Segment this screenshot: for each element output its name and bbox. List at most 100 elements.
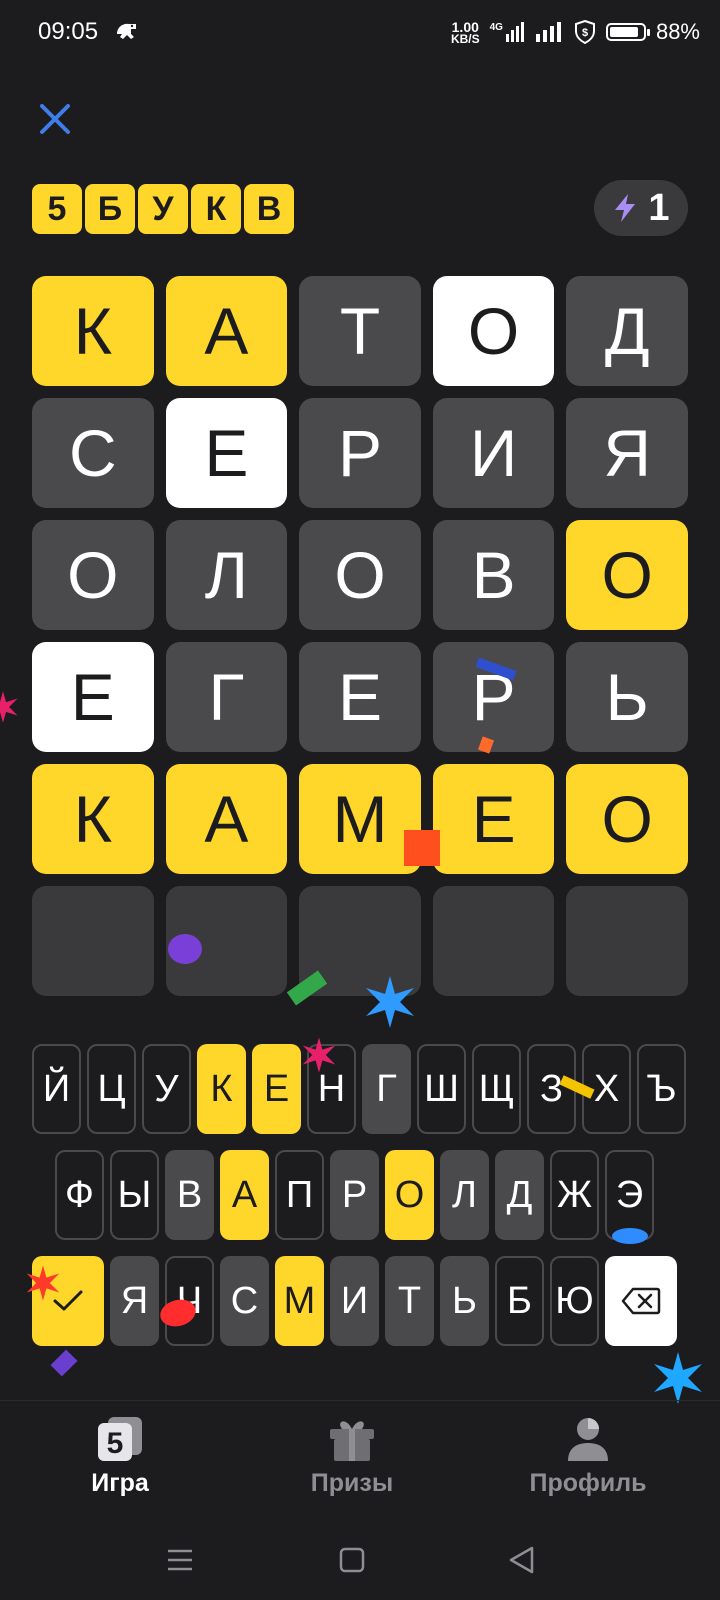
board-cell: С bbox=[32, 398, 154, 508]
key[interactable]: А bbox=[220, 1150, 269, 1240]
signal-bars-icon-2 bbox=[535, 22, 561, 42]
gift-icon bbox=[330, 1421, 374, 1461]
nav-item-game[interactable]: 5 Игра bbox=[30, 1415, 210, 1498]
key[interactable]: К bbox=[197, 1044, 246, 1134]
check-icon bbox=[53, 1290, 83, 1311]
board-cell: М bbox=[299, 764, 421, 874]
key[interactable]: Ф bbox=[55, 1150, 104, 1240]
status-indicators: 1.00 KB/S 4G $ 88% bbox=[451, 16, 700, 48]
board-cell: Е bbox=[32, 642, 154, 752]
energy-count: 1 bbox=[648, 186, 670, 229]
nav-item-profile[interactable]: Профиль bbox=[498, 1415, 678, 1498]
net-speed: 1.00 KB/S bbox=[450, 20, 480, 46]
signal-4g-icon: 4G bbox=[490, 22, 526, 42]
key[interactable]: Н bbox=[307, 1044, 356, 1134]
key[interactable]: Х bbox=[582, 1044, 631, 1134]
key[interactable]: З bbox=[527, 1044, 576, 1134]
board-cell: Р bbox=[299, 398, 421, 508]
key[interactable]: Д bbox=[495, 1150, 544, 1240]
keyboard-row-1: ЙЦУКЕНГШЩЗХЪ bbox=[32, 1044, 686, 1134]
key[interactable]: О bbox=[385, 1150, 434, 1240]
key[interactable]: П bbox=[275, 1150, 324, 1240]
board-cell-empty bbox=[165, 886, 288, 996]
board-cell: Г bbox=[165, 642, 288, 752]
backspace-button[interactable] bbox=[605, 1256, 677, 1346]
profile-icon bbox=[568, 1418, 608, 1461]
board-row: КАМЕО bbox=[32, 764, 688, 874]
network-type: 4G bbox=[489, 22, 503, 33]
board-row: СЕРИЯ bbox=[32, 398, 688, 508]
board-row: ЕГЕРЬ bbox=[32, 642, 688, 752]
board-row: КАТОД bbox=[32, 276, 688, 386]
nav-label-profile: Профиль bbox=[529, 1469, 647, 1497]
board-cell-empty bbox=[32, 886, 154, 996]
status-bar: 09:05 1.00 KB/S 4G $ 88% bbox=[0, 0, 720, 64]
key[interactable]: М bbox=[275, 1256, 324, 1346]
logo-letter: 5 bbox=[32, 184, 82, 234]
board-cell: Е bbox=[299, 642, 421, 752]
board-cell-empty bbox=[299, 886, 421, 996]
signal-bars-icon bbox=[505, 22, 524, 42]
logo-letter: В bbox=[244, 184, 294, 234]
key[interactable]: Е bbox=[252, 1044, 301, 1134]
confetti-star bbox=[654, 1352, 702, 1404]
key[interactable]: Ц bbox=[87, 1044, 136, 1134]
energy-counter[interactable]: 1 bbox=[594, 180, 688, 236]
board-cell: И bbox=[432, 398, 555, 508]
battery-icon bbox=[605, 23, 650, 41]
enter-button[interactable] bbox=[32, 1256, 104, 1346]
board-cell: А bbox=[165, 764, 288, 874]
key[interactable]: Ж bbox=[550, 1150, 599, 1240]
board-cell: Л bbox=[165, 520, 288, 630]
board-cell-empty bbox=[432, 886, 555, 996]
key[interactable]: Л bbox=[440, 1150, 489, 1240]
shield-dollar-icon: $ bbox=[574, 20, 595, 44]
key[interactable]: Ы bbox=[110, 1150, 159, 1240]
key[interactable]: Ъ bbox=[637, 1044, 686, 1134]
board-cell: К bbox=[32, 764, 154, 874]
system-nav-bar bbox=[0, 1520, 720, 1600]
confetti-star bbox=[0, 691, 18, 723]
game-5-icon: 5 bbox=[98, 1417, 142, 1461]
menu-icon[interactable] bbox=[160, 1540, 200, 1580]
key[interactable]: Р bbox=[330, 1150, 379, 1240]
key[interactable]: Г bbox=[362, 1044, 411, 1134]
board-cell: Ь bbox=[566, 642, 688, 752]
key[interactable]: И bbox=[330, 1256, 379, 1346]
key[interactable]: Б bbox=[495, 1256, 544, 1346]
backspace-icon bbox=[621, 1287, 661, 1315]
key[interactable]: С bbox=[220, 1256, 269, 1346]
board-cell: Е bbox=[432, 764, 555, 874]
board-cell: А bbox=[165, 276, 288, 386]
game-board: КАТОДСЕРИЯОЛОВОЕГЕРЬКАМЕО bbox=[32, 276, 688, 1008]
svg-text:$: $ bbox=[582, 27, 588, 39]
home-icon[interactable] bbox=[332, 1540, 372, 1580]
board-cell: Т bbox=[299, 276, 421, 386]
board-cell: Я bbox=[566, 398, 688, 508]
board-cell: О bbox=[299, 520, 421, 630]
close-icon[interactable] bbox=[36, 100, 74, 138]
key[interactable]: Ш bbox=[417, 1044, 466, 1134]
key[interactable]: У bbox=[142, 1044, 191, 1134]
key[interactable]: Т bbox=[385, 1256, 434, 1346]
lightning-icon bbox=[615, 194, 636, 222]
key[interactable]: Ч bbox=[165, 1256, 214, 1346]
nav-item-prizes[interactable]: Призы bbox=[262, 1415, 442, 1498]
battery-percent: 88% bbox=[655, 19, 700, 44]
net-speed-unit: KB/S bbox=[450, 31, 480, 46]
board-cell: О bbox=[566, 520, 688, 630]
key[interactable]: Й bbox=[32, 1044, 81, 1134]
back-icon[interactable] bbox=[502, 1540, 542, 1580]
nav-label-prizes: Призы bbox=[310, 1469, 394, 1497]
key[interactable]: Щ bbox=[472, 1044, 521, 1134]
key[interactable]: Ь bbox=[440, 1256, 489, 1346]
confetti-piece bbox=[50, 1349, 78, 1377]
bottom-nav: 5 Игра Призы Профиль bbox=[0, 1400, 720, 1501]
svg-text:5: 5 bbox=[107, 1427, 124, 1460]
board-cell: Е bbox=[165, 398, 288, 508]
key[interactable]: В bbox=[165, 1150, 214, 1240]
key[interactable]: Ю bbox=[550, 1256, 599, 1346]
key[interactable]: Э bbox=[605, 1150, 654, 1240]
game-logo: 5БУКВ bbox=[32, 184, 294, 234]
key[interactable]: Я bbox=[110, 1256, 159, 1346]
